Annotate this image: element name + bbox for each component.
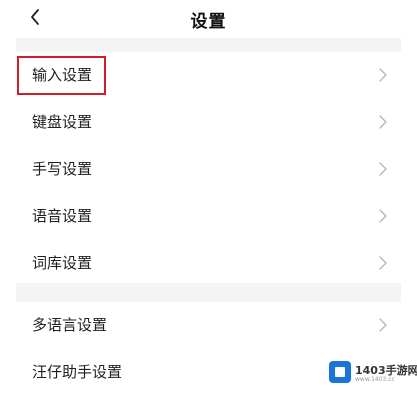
chevron-right-icon (379, 115, 387, 129)
section-gap (16, 38, 401, 52)
header: 设置 (0, 0, 417, 38)
chevron-right-icon (379, 318, 387, 332)
settings-item-voice[interactable]: 语音设置 (16, 193, 401, 239)
chevron-right-icon (379, 162, 387, 176)
chevron-right-icon (379, 209, 387, 223)
settings-item-handwriting[interactable]: 手写设置 (16, 146, 401, 192)
settings-item-label: 手写设置 (32, 160, 93, 178)
settings-item-multilanguage[interactable]: 多语言设置 (16, 302, 401, 348)
watermark-logo-icon (329, 361, 351, 383)
settings-item-label: 语音设置 (32, 207, 93, 225)
chevron-right-icon (379, 256, 387, 270)
watermark-subtext: www.1403.cc (355, 376, 395, 383)
settings-item-keyboard[interactable]: 键盘设置 (16, 99, 401, 145)
settings-item-lexicon[interactable]: 词库设置 (16, 240, 401, 286)
settings-item-label: 词库设置 (32, 254, 93, 272)
watermark: 1403手游网 www.1403.cc (329, 358, 417, 388)
settings-item-label: 输入设置 (32, 66, 93, 84)
settings-item-label: 多语言设置 (32, 316, 108, 334)
settings-item-input[interactable]: 输入设置 (16, 52, 401, 98)
settings-item-label: 键盘设置 (32, 113, 93, 131)
page-title: 设置 (190, 12, 227, 32)
chevron-right-icon (379, 68, 387, 82)
settings-item-label: 汪仔助手设置 (32, 363, 123, 381)
